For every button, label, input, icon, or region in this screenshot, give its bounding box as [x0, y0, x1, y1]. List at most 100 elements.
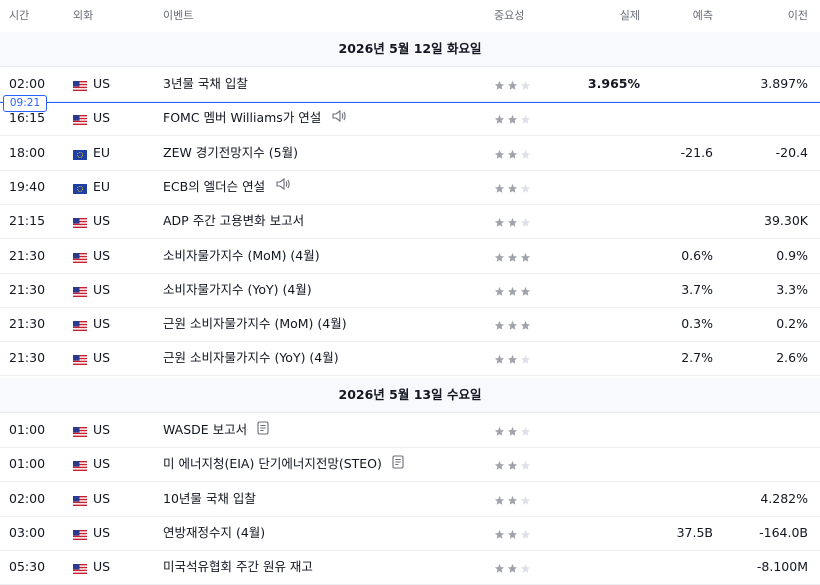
- event-time: 21:30: [9, 281, 46, 297]
- star-filled-icon: [494, 148, 505, 159]
- event-country: US: [93, 213, 111, 229]
- star-empty-icon: [520, 494, 531, 505]
- event-country: US: [93, 76, 111, 91]
- event-title-cell[interactable]: 소비자물가지수 (YoY) (4월): [163, 273, 312, 307]
- star-filled-icon: [494, 182, 505, 193]
- star-filled-icon: [507, 79, 518, 90]
- header-previous[interactable]: 이전: [788, 7, 808, 23]
- event-row[interactable]: 18:00 EU ZEW 경기전망지수 (5월) -21.6 -20.4: [0, 136, 820, 171]
- event-row[interactable]: 21:15 US ADP 주간 고용변화 보고서 39.30K: [0, 204, 820, 240]
- event-title-cell[interactable]: 근원 소비자물가지수 (YoY) (4월): [163, 341, 339, 375]
- event-title-cell[interactable]: 연방재정수지 (4월): [163, 516, 265, 550]
- star-filled-icon: [494, 425, 505, 436]
- event-row[interactable]: 02:00 US 3년물 국채 입찰 3.965% 3.897%: [0, 67, 820, 102]
- importance-stars: [494, 319, 531, 330]
- importance-stars: [494, 182, 531, 193]
- star-filled-icon: [494, 494, 505, 505]
- event-title-cell[interactable]: 3년물 국채 입찰: [163, 67, 248, 101]
- actual-value: 3.965%: [587, 76, 640, 91]
- event-title[interactable]: 근원 소비자물가지수 (YoY) (4월): [163, 350, 339, 365]
- event-title[interactable]: ECB의 엘더슨 연설: [163, 179, 265, 194]
- event-title[interactable]: 미국석유협회 주간 원유 재고: [163, 559, 313, 574]
- event-title-cell[interactable]: ZEW 경기전망지수 (5월): [163, 136, 298, 170]
- event-title-cell[interactable]: 소비자물가지수 (MoM) (4월): [163, 239, 320, 273]
- event-title-cell[interactable]: FOMC 멤버 Williams가 연설: [163, 101, 347, 136]
- star-empty-icon: [520, 425, 531, 436]
- star-filled-icon: [507, 425, 518, 436]
- previous-value: -164.0B: [759, 524, 808, 540]
- star-filled-icon: [507, 528, 518, 539]
- star-filled-icon: [494, 113, 505, 125]
- event-row[interactable]: 21:30 US 근원 소비자물가지수 (MoM) (4월) 0.3% 0.2%: [0, 307, 820, 343]
- event-title[interactable]: FOMC 멤버 Williams가 연설: [163, 110, 321, 125]
- event-row[interactable]: 19:40 EU ECB의 엘더슨 연설: [0, 170, 820, 205]
- previous-value: -20.4: [775, 144, 808, 160]
- event-row[interactable]: 21:30 US 근원 소비자물가지수 (YoY) (4월) 2.7% 2.6%: [0, 341, 820, 377]
- event-title[interactable]: 연방재정수지 (4월): [163, 525, 265, 540]
- header-currency[interactable]: 외화: [73, 7, 93, 23]
- star-empty-icon: [520, 353, 531, 365]
- event-title[interactable]: ADP 주간 고용변화 보고서: [163, 213, 304, 228]
- event-title[interactable]: 미 에너지청(EIA) 단기에너지전망(STEO): [163, 456, 382, 471]
- document-icon[interactable]: [392, 448, 404, 482]
- event-row[interactable]: 01:00 US WASDE 보고서: [0, 413, 820, 448]
- star-empty-icon: [520, 528, 531, 539]
- importance-stars: [494, 425, 531, 436]
- us-flag-icon: [73, 285, 87, 297]
- importance-stars: [494, 79, 531, 90]
- event-title-cell[interactable]: ECB의 엘더슨 연설: [163, 170, 291, 205]
- event-title-cell[interactable]: 10년물 국채 입찰: [163, 482, 256, 516]
- event-title[interactable]: 소비자물가지수 (YoY) (4월): [163, 282, 312, 297]
- event-title[interactable]: WASDE 보고서: [163, 422, 247, 437]
- event-title[interactable]: 10년물 국채 입찰: [163, 491, 256, 506]
- event-row[interactable]: 03:00 US 연방재정수지 (4월) 37.5B -164.0B: [0, 516, 820, 551]
- star-filled-icon: [507, 494, 518, 505]
- forecast-value: 0.3%: [681, 316, 713, 332]
- event-title[interactable]: 소비자물가지수 (MoM) (4월): [163, 248, 320, 263]
- event-country: US: [93, 524, 111, 540]
- event-title-cell[interactable]: 미국석유협회 주간 원유 재고: [163, 550, 313, 584]
- star-filled-icon: [494, 216, 505, 227]
- speaker-icon[interactable]: [275, 170, 291, 204]
- us-flag-icon: [73, 459, 87, 472]
- event-row[interactable]: 21:30 US 소비자물가지수 (YoY) (4월) 3.7% 3.3%: [0, 273, 820, 308]
- event-row[interactable]: 21:30 US 소비자물가지수 (MoM) (4월) 0.6% 0.9%: [0, 239, 820, 274]
- forecast-value: 0.6%: [681, 247, 713, 263]
- star-filled-icon: [494, 528, 505, 539]
- event-title-cell[interactable]: WASDE 보고서: [163, 413, 269, 448]
- header-event[interactable]: 이벤트: [163, 7, 193, 23]
- event-time: 01:00: [9, 422, 46, 437]
- event-time: 21:30: [9, 316, 46, 332]
- header-time[interactable]: 시간: [9, 7, 29, 23]
- event-title[interactable]: ZEW 경기전망지수 (5월): [163, 145, 298, 160]
- header-forecast[interactable]: 예측: [693, 7, 713, 23]
- forecast-value: 3.7%: [681, 281, 713, 297]
- event-title[interactable]: 근원 소비자물가지수 (MoM) (4월): [163, 316, 347, 331]
- importance-stars: [494, 562, 531, 573]
- event-title-cell[interactable]: 미 에너지청(EIA) 단기에너지전망(STEO): [163, 447, 404, 482]
- us-flag-icon: [73, 494, 87, 506]
- event-row[interactable]: 02:00 US 10년물 국채 입찰 4.282%: [0, 482, 820, 517]
- star-filled-icon: [494, 562, 505, 573]
- forecast-value: -21.6: [680, 144, 713, 160]
- header-actual[interactable]: 실제: [620, 7, 640, 23]
- event-title[interactable]: 3년물 국채 입찰: [163, 76, 248, 91]
- speaker-icon[interactable]: [331, 102, 347, 136]
- event-title-cell[interactable]: ADP 주간 고용변화 보고서: [163, 204, 304, 238]
- forecast-value: 2.7%: [681, 350, 713, 366]
- star-filled-icon: [494, 353, 505, 365]
- previous-value: 4.282%: [760, 490, 808, 506]
- event-time: 01:00: [9, 456, 46, 472]
- us-flag-icon: [73, 79, 87, 91]
- star-empty-icon: [520, 148, 531, 159]
- importance-stars: [494, 459, 531, 471]
- star-filled-icon: [494, 459, 505, 471]
- document-icon[interactable]: [257, 414, 269, 448]
- event-row[interactable]: 16:15 US FOMC 멤버 Williams가 연설: [0, 101, 820, 137]
- event-country: US: [93, 422, 111, 437]
- header-importance[interactable]: 중요성: [494, 7, 524, 23]
- event-row[interactable]: 01:00 US 미 에너지청(EIA) 단기에너지전망(STEO): [0, 447, 820, 483]
- event-country: EU: [93, 178, 111, 194]
- event-row[interactable]: 05:30 US 미국석유협회 주간 원유 재고 -8.100M: [0, 550, 820, 585]
- event-title-cell[interactable]: 근원 소비자물가지수 (MoM) (4월): [163, 307, 347, 341]
